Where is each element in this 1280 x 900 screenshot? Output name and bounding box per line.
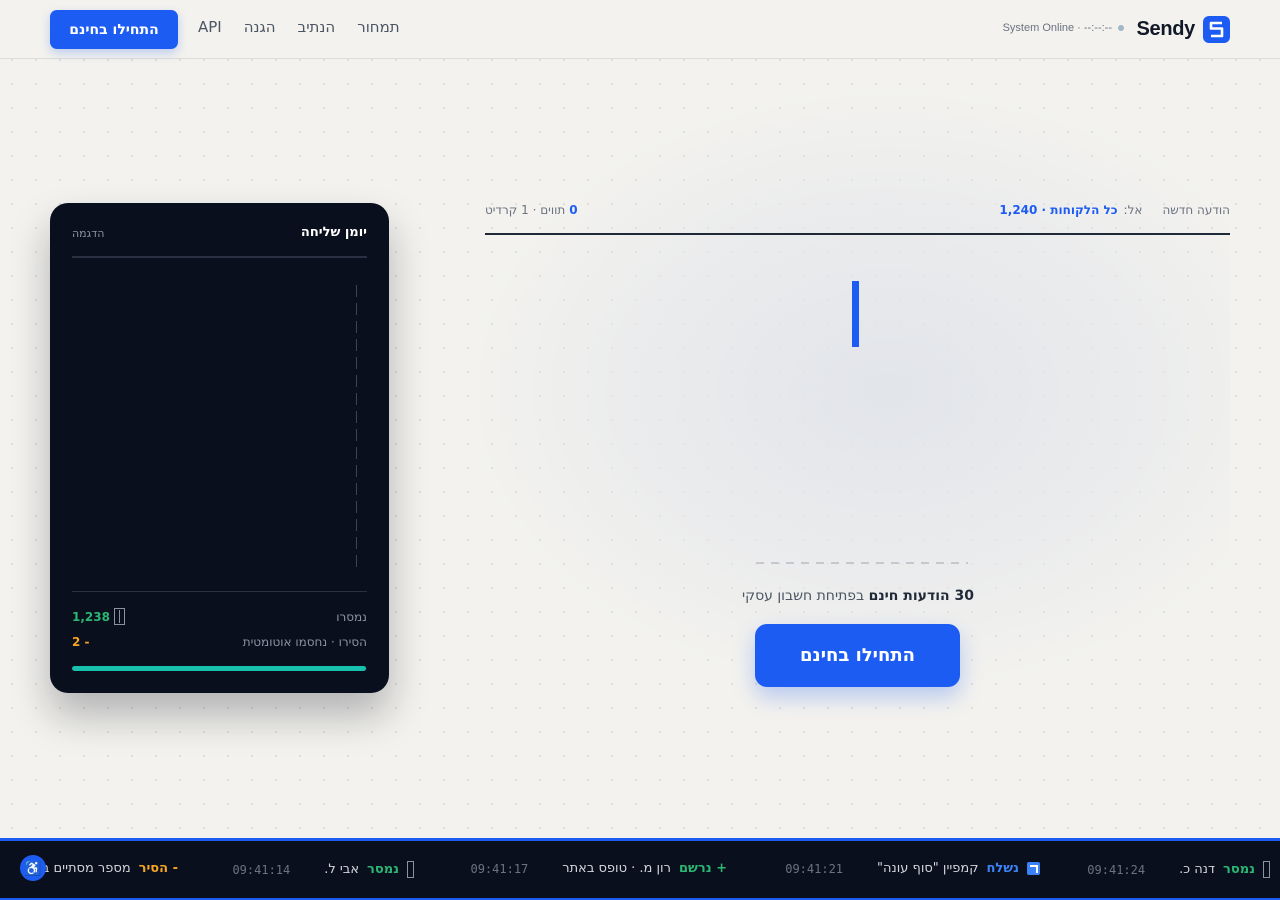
char-counter: 0 תווים · 1 קרדיט — [485, 203, 578, 217]
delivered-label: נמסרו — [336, 609, 367, 624]
header-start-free-button[interactable]: התחילו בחינם — [50, 10, 178, 49]
delivered-stat: 1,238 — [72, 608, 125, 625]
ticker-time: 09:41:21 — [785, 861, 844, 876]
send-icon — [1027, 862, 1040, 875]
status-text: System Online · --:--:-- — [1002, 22, 1112, 34]
nav-api[interactable]: API — [198, 18, 222, 36]
composer-label: הודעה חדשה — [1162, 203, 1230, 217]
nav-route[interactable]: הנתיב — [298, 18, 336, 36]
site-header: Sendy System Online · --:--:-- תמחור הנת… — [0, 0, 1280, 59]
box-icon — [1263, 861, 1270, 878]
ticker-text: רון מ. · טופס באתר — [562, 861, 671, 876]
log-timeline — [356, 285, 357, 573]
ticker-status: נשלח — [986, 861, 1019, 876]
ticker-text: מספר מסתיים ב- — [37, 861, 131, 876]
nav-protection[interactable]: הגנה — [244, 18, 276, 36]
ticker-text: אבי ל. — [324, 862, 360, 877]
card-title: יומן שליחה — [300, 225, 367, 240]
ticker-item: + נרשם רון מ. · טופס באתר 09:41:17 — [470, 861, 727, 876]
ticker-status: + נרשם — [678, 861, 727, 876]
composer-header: הודעה חדשה אל: כל הלקוחות · 1,240 0 תווי… — [485, 201, 1230, 235]
logo[interactable]: Sendy — [1136, 16, 1230, 43]
ticker-item: נשלח קמפיין "סוף עונה" 09:41:21 — [785, 861, 1040, 876]
send-log-card: יומן שליחה הדגמה נמסרו 1,238 הסירו · נחס… — [50, 203, 389, 693]
dashed-divider — [756, 562, 968, 564]
offer-bold: 30 הודעות חינם — [868, 588, 974, 604]
recipient-value[interactable]: כל הלקוחות · 1,240 — [999, 203, 1117, 217]
ticker-time: 09:41:14 — [232, 862, 291, 877]
free-offer-text: 30 הודעות חינם בפתיחת חשבון עסקי — [618, 588, 1098, 604]
status-dot-icon — [1118, 25, 1124, 31]
ticker-text: קמפיין "סוף עונה" — [877, 861, 979, 876]
ticker-status: נמסר — [1223, 862, 1255, 877]
demo-tag: הדגמה — [72, 227, 105, 240]
composer-recipient: הודעה חדשה אל: כל הלקוחות · 1,240 — [999, 203, 1230, 217]
accessibility-icon[interactable]: ♿ — [20, 855, 46, 881]
to-prefix: אל: — [1123, 203, 1143, 217]
box-icon — [113, 608, 125, 625]
offer-rest: בפתיחת חשבון עסקי — [742, 588, 865, 604]
ticker-time: 09:41:17 — [470, 861, 529, 876]
main-start-free-button[interactable]: התחילו בחינם — [755, 624, 960, 687]
ticker-text: דנה כ. — [1179, 862, 1216, 877]
system-status: System Online · --:--:-- — [1003, 22, 1124, 34]
char-count: 0 — [569, 203, 578, 217]
ticker-time: 09:41:24 — [1087, 862, 1146, 877]
box-icon — [407, 861, 414, 878]
rejected-value: 2 - — [72, 635, 90, 649]
rejected-row: הסירו · נחסמו אוטומטית 2 - — [72, 635, 367, 649]
main-nav: תמחור הנתיב הגנה API — [198, 18, 400, 36]
activity-ticker: נמסר דנה כ. 09:41:24 נשלח קמפיין "סוף עו… — [0, 838, 1280, 900]
delivered-row: נמסרו 1,238 — [72, 608, 367, 625]
delivery-progress-bar — [72, 666, 367, 671]
ticker-item: - הסיר מספר מסתיים ב- — [37, 861, 178, 876]
rejected-label: הסירו · נחסמו אוטומטית — [242, 635, 367, 649]
ticker-status: - הסיר — [138, 861, 178, 876]
text-cursor[interactable] — [852, 281, 859, 347]
ticker-status: נמסר — [367, 862, 399, 877]
nav-pricing[interactable]: תמחור — [357, 18, 399, 36]
delivery-progress-fill — [72, 666, 367, 671]
delivered-value: 1,238 — [72, 609, 110, 624]
card-divider — [72, 256, 367, 258]
card-divider-bottom — [72, 591, 367, 592]
ticker-item: נמסר דנה כ. 09:41:24 — [1087, 861, 1270, 878]
char-meta: תווים · 1 קרדיט — [485, 203, 566, 217]
ticker-item: נמסר אבי ל. 09:41:14 — [232, 861, 414, 878]
logo-text: Sendy — [1136, 18, 1195, 40]
logo-icon — [1203, 16, 1230, 43]
